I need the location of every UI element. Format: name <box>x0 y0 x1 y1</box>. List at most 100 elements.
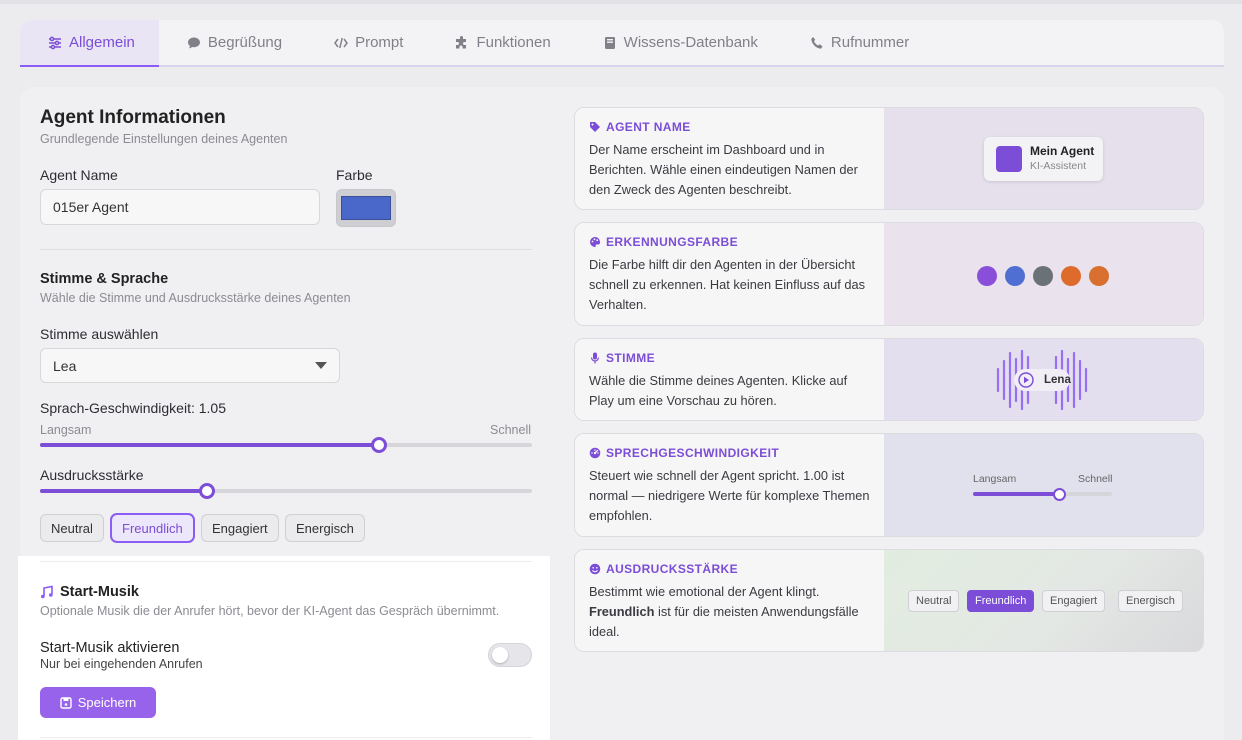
tab-rufnummer[interactable]: Rufnummer <box>782 20 933 65</box>
info-card-body: Wähle die Stimme deines Agenten. Klicke … <box>589 373 848 408</box>
mini-speed-thumb <box>1052 487 1066 501</box>
tab-wissens-datenbank[interactable]: Wissens-Datenbank <box>575 20 782 65</box>
color-preview <box>341 196 391 220</box>
info-card-title-text: SPRECHGESCHWINDIGKEIT <box>606 446 780 460</box>
info-card-body: Steuert wie schnell der Agent spricht. 1… <box>589 468 870 523</box>
color-swatch-gray <box>1033 266 1053 286</box>
color-swatch-orange <box>1061 266 1081 286</box>
tab-bar: Allgemein Begrüßung Prompt Funktionen Wi… <box>20 20 1224 67</box>
info-card-agent-name: AGENT NAME Der Name erscheint im Dashboa… <box>574 107 1204 210</box>
voice-select-label: Stimme auswählen <box>40 326 159 342</box>
tab-label: Wissens-Datenbank <box>623 34 758 51</box>
info-card-body: Die Farbe hilft dir den Agenten in der Ü… <box>589 257 866 312</box>
info-card-body-bold: Freundlich <box>589 604 655 619</box>
info-card-speed: SPRECHGESCHWINDIGKEIT Steuert wie schnel… <box>574 433 1204 537</box>
voice-select[interactable]: Lea <box>40 348 340 383</box>
info-card-visual: Lena <box>884 339 1203 420</box>
book-icon <box>604 36 615 49</box>
expression-option-freundlich[interactable]: Freundlich <box>111 514 194 542</box>
tab-allgemein[interactable]: Allgemein <box>20 20 159 67</box>
info-card-title-text: AGENT NAME <box>606 120 691 134</box>
save-icon <box>60 696 72 709</box>
mini-expression-engagiert: Engagiert <box>1042 590 1106 612</box>
color-swatch-blue <box>1005 266 1025 286</box>
color-picker[interactable] <box>336 189 396 227</box>
info-card-body: Bestimmt wie emotional der Agent klingt.… <box>589 582 870 642</box>
agent-preview-title: Mein Agent <box>1030 144 1095 158</box>
expression-slider-fill <box>40 489 208 493</box>
expression-option-neutral[interactable]: Neutral <box>40 514 104 542</box>
tab-label: Allgemein <box>69 34 135 51</box>
section-subtitle-agent-info: Grundlegende Einstellungen deines Agente… <box>40 132 288 146</box>
mini-expression-energisch: Energisch <box>1118 590 1183 612</box>
save-label: Speichern <box>77 695 137 710</box>
tab-funktionen[interactable]: Funktionen <box>427 20 574 65</box>
voice-select-value: Lea <box>53 357 77 374</box>
info-card-title: STIMME <box>589 351 870 365</box>
section-title-music: Start-Musik <box>60 584 139 600</box>
divider <box>40 737 532 738</box>
smiley-icon <box>589 563 601 575</box>
info-card-text: SPRECHGESCHWINDIGKEIT Steuert wie schnel… <box>575 434 884 536</box>
speed-slider[interactable] <box>40 437 532 453</box>
music-toggle-label: Start-Musik aktivieren <box>40 640 180 656</box>
music-toggle-hint: Nur bei eingehenden Anrufen <box>40 657 203 671</box>
info-card-title: ERKENNUNGSFARBE <box>589 235 870 249</box>
divider <box>40 249 532 250</box>
info-card-visual <box>884 223 1203 325</box>
tag-icon <box>590 122 600 132</box>
info-card-visual: Mein Agent KI-Assistent <box>884 108 1203 209</box>
info-card-visual: Langsam Schnell <box>884 434 1203 536</box>
info-card-title-text: ERKENNUNGSFARBE <box>606 235 739 249</box>
info-card-text: ERKENNUNGSFARBE Die Farbe hilft dir den … <box>575 223 884 325</box>
tab-label: Rufnummer <box>830 34 910 51</box>
info-card-title-text: STIMME <box>606 351 656 365</box>
info-card-title: SPRECHGESCHWINDIGKEIT <box>589 446 870 460</box>
info-card-body: Der Name erscheint im Dashboard und in B… <box>589 142 858 197</box>
section-title-voice: Stimme & Sprache <box>40 271 169 287</box>
mini-speed-fill <box>973 492 1060 496</box>
music-toggle[interactable] <box>488 643 532 667</box>
agent-preview-subtitle: KI-Assistent <box>1030 160 1087 172</box>
mini-speed-slider <box>973 487 1112 501</box>
voice-preview-name: Lena <box>1044 374 1071 386</box>
info-card-title-text: AUSDRUCKSSTÄRKE <box>606 562 739 576</box>
palette-icon <box>590 237 600 247</box>
info-card-text: AUSDRUCKSSTÄRKE Bestimmt wie emotional d… <box>575 550 884 651</box>
waveform-icon <box>996 349 1088 411</box>
tab-prompt[interactable]: Prompt <box>306 20 427 65</box>
microphone-icon <box>590 352 600 364</box>
expression-option-engagiert[interactable]: Engagiert <box>201 514 279 542</box>
agent-name-label: Agent Name <box>40 167 118 183</box>
section-title-agent-info: Agent Informationen <box>40 107 226 128</box>
divider <box>40 561 532 562</box>
expression-option-energisch[interactable]: Energisch <box>285 514 365 542</box>
tab-begruessung[interactable]: Begrüßung <box>159 20 306 65</box>
expression-label: Ausdrucksstärke <box>40 467 144 483</box>
agent-preview-color <box>996 146 1022 172</box>
info-card-title: AUSDRUCKSSTÄRKE <box>589 562 870 576</box>
info-card-visual: Neutral Freundlich Engagiert Energisch <box>884 550 1203 651</box>
info-card-body-intro: Bestimmt wie emotional der Agent klingt. <box>589 584 820 599</box>
tab-label: Begrüßung <box>207 34 283 51</box>
gauge-icon <box>589 447 601 459</box>
speed-slider-fill <box>40 443 380 447</box>
speed-label: Sprach-Geschwindigkeit: 1.05 <box>40 400 226 416</box>
info-card-expression: AUSDRUCKSSTÄRKE Bestimmt wie emotional d… <box>574 549 1204 652</box>
expression-slider[interactable] <box>40 483 532 499</box>
chevron-down-icon <box>315 361 327 369</box>
mini-expression-neutral: Neutral <box>908 590 960 612</box>
speed-min-label: Langsam <box>40 423 92 437</box>
color-swatch-orange-2 <box>1089 266 1109 286</box>
phone-icon <box>811 36 823 49</box>
color-label: Farbe <box>336 167 373 183</box>
puzzle-icon <box>456 35 467 48</box>
info-card-text: AGENT NAME Der Name erscheint im Dashboa… <box>575 108 884 209</box>
agent-name-input[interactable]: 015er Agent <box>40 189 320 225</box>
info-card-text: STIMME Wähle die Stimme deines Agenten. … <box>575 339 884 420</box>
music-note-icon <box>41 585 53 599</box>
save-button[interactable]: Speichern <box>40 687 156 718</box>
mini-expression-freundlich: Freundlich <box>967 590 1035 612</box>
agent-name-value: 015er Agent <box>53 199 129 215</box>
info-card-voice: STIMME Wähle die Stimme deines Agenten. … <box>574 338 1204 421</box>
